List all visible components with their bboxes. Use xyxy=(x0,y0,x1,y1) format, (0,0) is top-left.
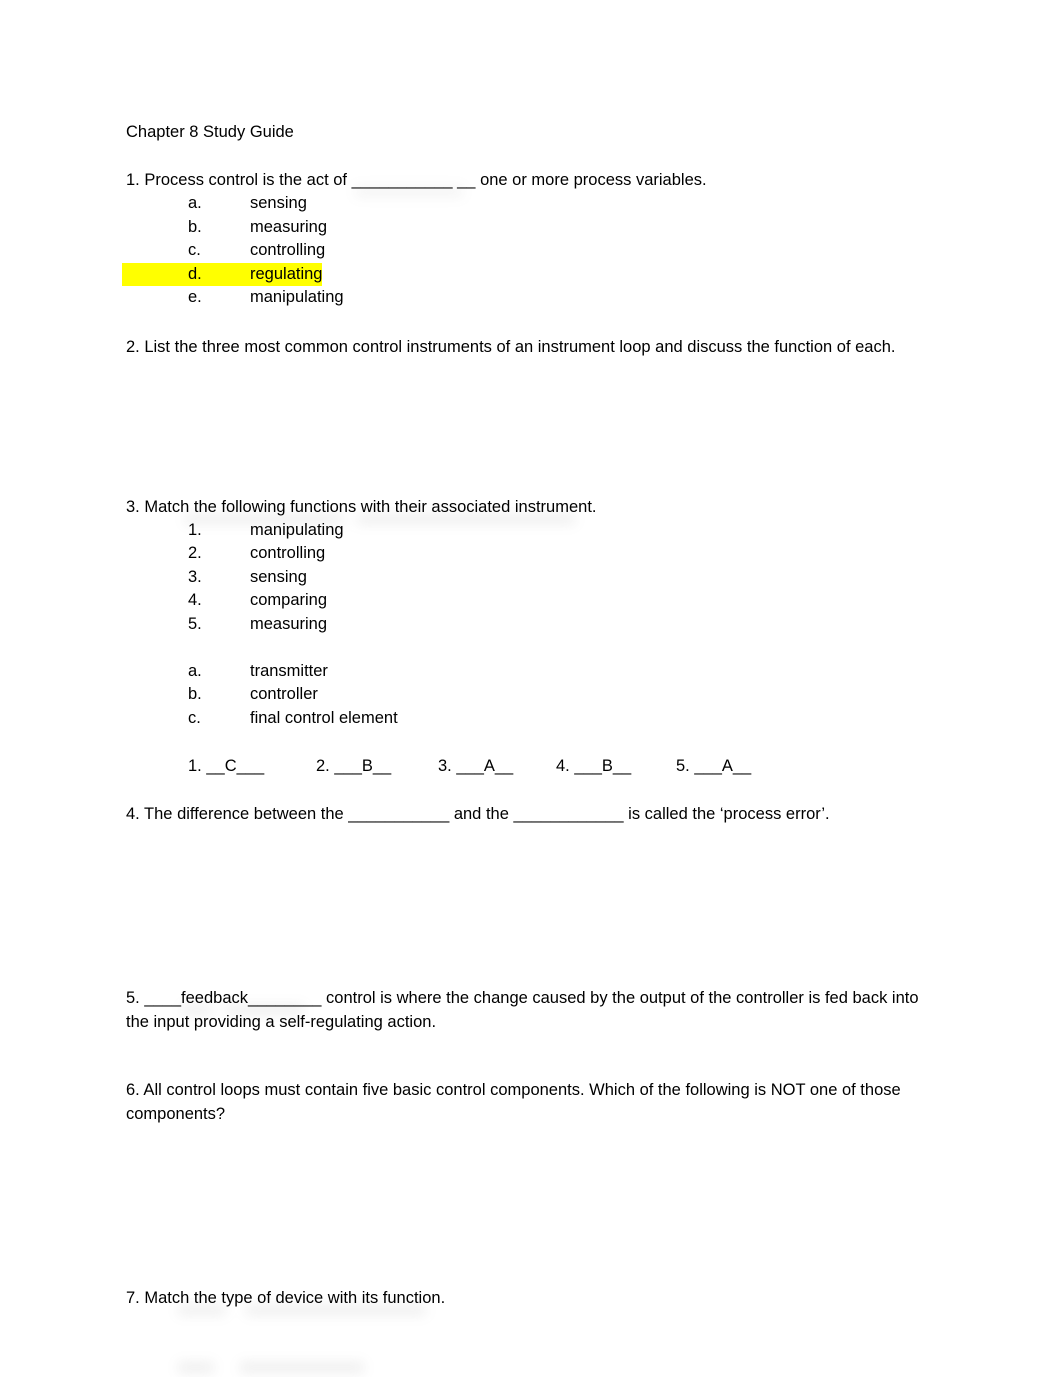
option-label: sensing xyxy=(250,194,307,212)
instrument-label: final control element xyxy=(250,708,398,727)
option-label: controlling xyxy=(250,241,326,259)
answer-3[interactable]: 3. ___A__ xyxy=(438,754,556,778)
function-item-5[interactable]: 5. measuring xyxy=(126,613,938,637)
question-5-text: 5. ____feedback________ control is where… xyxy=(126,988,919,1031)
function-marker: 5. xyxy=(188,614,202,633)
instrument-marker: b. xyxy=(188,685,202,703)
question-1-text: 1. Process control is the act of _______… xyxy=(126,171,707,189)
question-4-answer-space[interactable] xyxy=(126,826,938,986)
function-marker: 1. xyxy=(188,520,202,539)
function-item-2[interactable]: 2. controlling xyxy=(126,542,938,566)
answer-4[interactable]: 4. ___B__ xyxy=(556,754,676,778)
question-3-answer-row[interactable]: 1. __C___ 2. ___B__ 3. ___A__ 4. ___B__ … xyxy=(126,754,938,778)
option-label: regulating xyxy=(250,262,323,286)
function-item-1[interactable]: 1. manipulating xyxy=(126,519,938,543)
question-6-answer-space[interactable] xyxy=(126,1126,938,1286)
instrument-label: controller xyxy=(250,685,318,703)
option-marker: c. xyxy=(188,241,201,259)
instrument-marker: c. xyxy=(188,708,201,727)
function-item-4[interactable]: 4. comparing xyxy=(126,589,938,613)
option-e[interactable]: e. manipulating xyxy=(126,286,938,310)
option-marker: d. xyxy=(126,262,250,286)
question-7-text: 7. Match the type of device with its fun… xyxy=(126,1288,446,1307)
question-3-functions: 1. manipulating 2. controlling 3. sensin… xyxy=(126,519,938,637)
function-marker: 3. xyxy=(188,567,202,586)
page-title: Chapter 8 Study Guide xyxy=(126,123,294,141)
function-label: manipulating xyxy=(250,520,344,539)
option-a[interactable]: a. sensing xyxy=(126,192,938,216)
function-label: comparing xyxy=(250,591,328,609)
function-marker: 4. xyxy=(188,591,202,609)
instrument-label: transmitter xyxy=(250,661,328,680)
instrument-item-c[interactable]: c. final control element xyxy=(126,707,938,731)
option-marker: b. xyxy=(188,217,202,236)
question-3-instruments: a. transmitter b. controller c. final co… xyxy=(126,660,938,731)
function-label: sensing xyxy=(250,567,307,586)
function-item-3[interactable]: 3. sensing xyxy=(126,566,938,590)
question-6-text: 6. All control loops must contain five b… xyxy=(126,1080,901,1123)
option-marker: e. xyxy=(188,288,202,306)
answer-2[interactable]: 2. ___B__ xyxy=(316,754,438,778)
function-label: measuring xyxy=(250,614,328,633)
option-b[interactable]: b. measuring xyxy=(126,216,938,240)
option-d-highlighted[interactable]: d. regulating xyxy=(126,262,938,286)
option-c[interactable]: c. controlling xyxy=(126,239,938,263)
question-3-text: 3. Match the following functions with th… xyxy=(126,497,597,516)
instrument-item-b[interactable]: b. controller xyxy=(126,683,938,707)
instrument-marker: a. xyxy=(188,661,202,680)
option-label: measuring xyxy=(250,217,328,236)
question-4-text: 4. The difference between the __________… xyxy=(126,804,830,823)
function-marker: 2. xyxy=(188,544,202,562)
question-1-options: a. sensing b. measuring c. controlling d… xyxy=(126,192,938,310)
question-2-answer-space[interactable] xyxy=(126,359,938,495)
question-2-text: 2. List the three most common control in… xyxy=(126,337,896,356)
option-marker: a. xyxy=(188,194,202,212)
option-label: manipulating xyxy=(250,288,344,306)
obscured-answer-smudge-q7 xyxy=(178,1358,408,1377)
document-page: Chapter 8 Study Guide 1. Process control… xyxy=(0,0,1062,1377)
function-label: controlling xyxy=(250,544,326,562)
answer-1[interactable]: 1. __C___ xyxy=(188,754,316,778)
document-body: Chapter 8 Study Guide 1. Process control… xyxy=(126,121,938,1310)
answer-5[interactable]: 5. ___A__ xyxy=(676,754,776,778)
instrument-item-a[interactable]: a. transmitter xyxy=(126,660,938,684)
